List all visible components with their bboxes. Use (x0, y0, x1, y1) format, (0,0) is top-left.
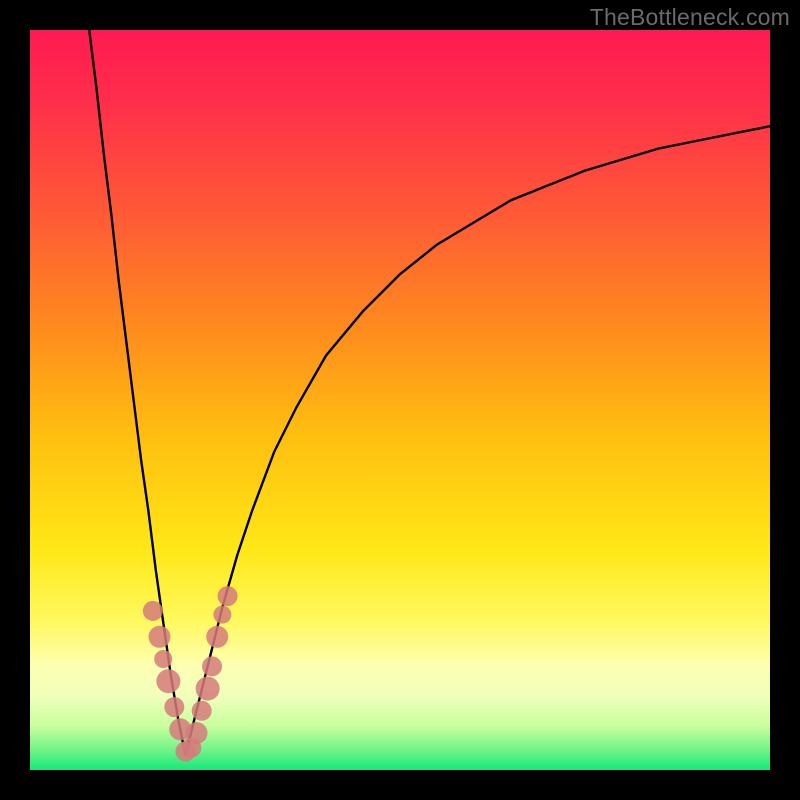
sample-point (164, 697, 184, 717)
sample-point (202, 656, 222, 676)
chart-frame: TheBottleneck.com (0, 0, 800, 800)
sample-point (156, 669, 180, 693)
bottleneck-curve-right (185, 126, 770, 755)
sample-point (143, 601, 163, 621)
watermark-text: TheBottleneck.com (590, 4, 790, 31)
sample-point (186, 722, 208, 744)
bottleneck-curve-left (89, 30, 185, 755)
sample-point (154, 650, 172, 668)
sample-point (149, 626, 171, 648)
sample-point (206, 626, 228, 648)
marker-group (143, 586, 238, 761)
sample-point (196, 677, 220, 701)
sample-point (192, 701, 212, 721)
sample-point (213, 606, 231, 624)
sample-point (218, 586, 238, 606)
curves-layer (30, 30, 770, 770)
plot-area (30, 30, 770, 770)
